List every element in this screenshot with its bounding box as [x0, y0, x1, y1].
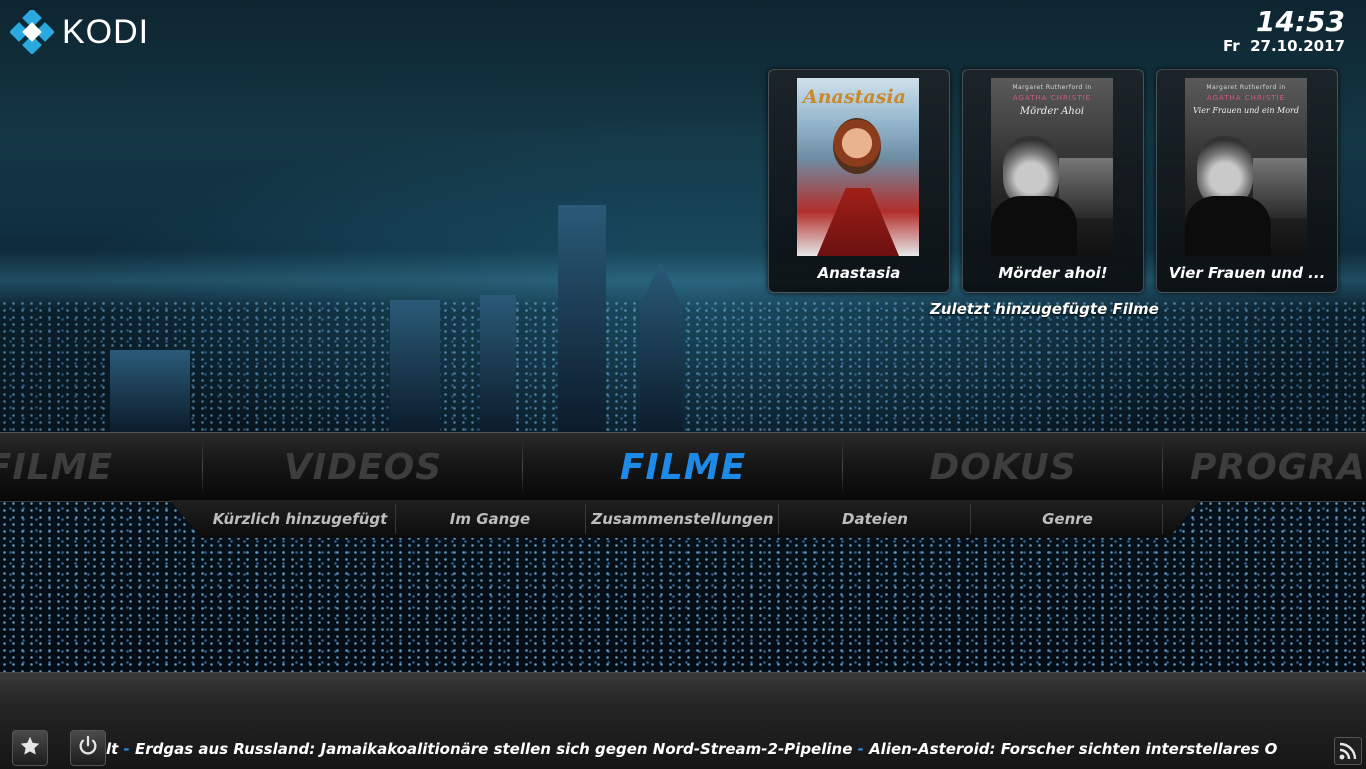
submenu-in-progress[interactable]: Im Gange: [400, 500, 580, 538]
kodi-logo-icon: [9, 8, 55, 55]
power-icon: [77, 735, 99, 761]
poster-header: Margaret Rutherford in: [1012, 84, 1092, 91]
clock-time: 14:53: [1255, 5, 1345, 38]
kodi-logo: KODI: [9, 8, 150, 55]
movie-poster: Margaret Rutherford in AGATHA CHRISTIE V…: [1185, 78, 1307, 256]
movie-title: Anastasia: [817, 264, 901, 282]
clock: 14:53 Fr 27.10.2017: [1222, 5, 1345, 55]
movie-card-anastasia[interactable]: Anastasia Anastasia: [768, 69, 950, 293]
ticker-item: Alien-Asteroid: Forscher sichten interst…: [869, 740, 1278, 758]
main-menu: -FILME VIDEOS FILME DOKUS PROGRA: [0, 432, 1366, 502]
recently-added-caption: Zuletzt hinzugefügte Filme: [930, 300, 1159, 318]
submenu-collections[interactable]: Zusammenstellungen: [585, 500, 780, 538]
movie-title: Mörder ahoi!: [998, 264, 1108, 282]
submenu-genre[interactable]: Genre: [970, 500, 1165, 538]
rss-icon: [1335, 742, 1361, 768]
movie-card-vier-frauen[interactable]: Margaret Rutherford in AGATHA CHRISTIE V…: [1156, 69, 1338, 293]
ticker-item: lt: [106, 740, 119, 758]
poster-title: Anastasia: [803, 86, 906, 108]
favourites-button[interactable]: [12, 730, 48, 766]
clock-date: Fr 27.10.2017: [1222, 37, 1345, 55]
menu-item-programme[interactable]: PROGRA: [1163, 433, 1366, 501]
menu-item-filme[interactable]: FILME: [523, 433, 843, 501]
rss-ticker[interactable]: lt - Erdgas aus Russland: Jamaikakoaliti…: [106, 737, 1329, 761]
movie-poster: Anastasia: [797, 78, 919, 256]
star-icon: [19, 735, 41, 761]
poster-header: Margaret Rutherford in: [1206, 84, 1286, 91]
recently-added-widget: Anastasia Anastasia Margaret Rutherford …: [768, 69, 1338, 293]
movie-card-moerder-ahoi[interactable]: Margaret Rutherford in AGATHA CHRISTIE M…: [962, 69, 1144, 293]
menu-item-filme-prev[interactable]: -FILME: [0, 433, 202, 501]
menu-item-dokus[interactable]: DOKUS: [843, 433, 1163, 501]
submenu: Kürzlich hinzugefügt Im Gange Zusammenst…: [170, 500, 1200, 538]
menu-item-videos[interactable]: VIDEOS: [203, 433, 523, 501]
submenu-files[interactable]: Dateien: [780, 500, 970, 538]
ticker-item: Erdgas aus Russland: Jamaikakoalitionäre…: [135, 740, 853, 758]
submenu-recently-added[interactable]: Kürzlich hinzugefügt: [200, 500, 400, 538]
rss-button[interactable]: [1334, 737, 1362, 765]
ticker-separator: -: [123, 740, 135, 758]
poster-brand: AGATHA CHRISTIE: [1206, 94, 1286, 102]
poster-brand: AGATHA CHRISTIE: [1012, 94, 1092, 102]
poster-subtitle: Vier Frauen und ein Mord: [1193, 106, 1299, 115]
power-button[interactable]: [70, 730, 106, 766]
app-name: KODI: [62, 12, 150, 51]
movie-poster: Margaret Rutherford in AGATHA CHRISTIE M…: [991, 78, 1113, 256]
poster-subtitle: Mörder Ahoi: [1019, 106, 1085, 117]
movie-title: Vier Frauen und ...: [1168, 264, 1326, 282]
ticker-separator: -: [857, 740, 870, 758]
